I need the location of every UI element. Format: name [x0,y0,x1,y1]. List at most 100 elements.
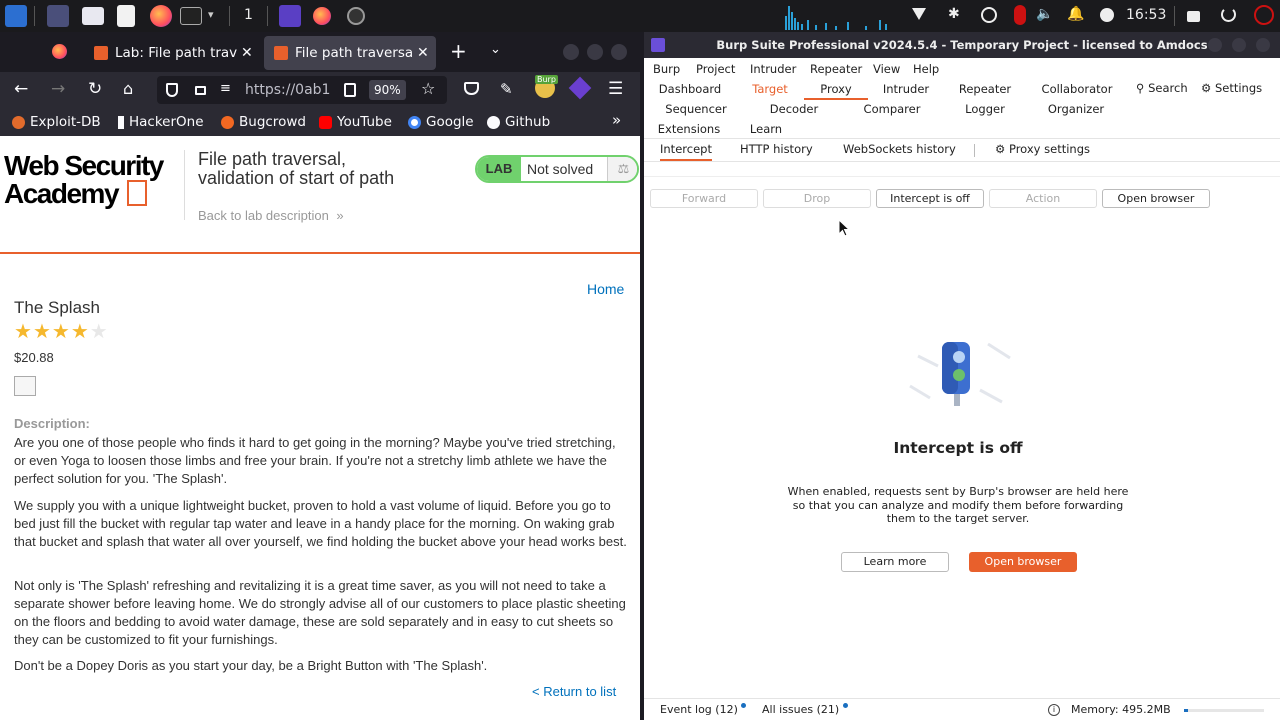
back-icon[interactable]: ← [14,79,28,99]
all-issues-link[interactable]: All issues (21) [762,703,848,716]
permissions-icon[interactable]: ≡ [220,81,231,96]
tab-dashboard[interactable]: Dashboard [652,82,728,96]
maximize-button[interactable] [1232,38,1246,52]
tab-repeater[interactable]: Repeater [947,82,1023,96]
bluetooth-icon[interactable]: ✱ [948,6,960,22]
chevron-down-icon[interactable]: ▾ [208,8,214,21]
bookmark-google[interactable]: Google [408,114,474,130]
menu-burp[interactable]: Burp [653,62,680,76]
url-text[interactable]: https://0ab1 [245,82,341,98]
bookmark-bugcrowd[interactable]: Bugcrowd [221,114,306,130]
menu-repeater[interactable]: Repeater [810,62,862,76]
learn-more-button[interactable]: Learn more [841,552,949,572]
zoom-level[interactable]: 90% [369,80,406,100]
tab-sequencer[interactable]: Sequencer [658,102,734,116]
wifi-icon[interactable] [912,8,926,20]
firefox-icon[interactable] [150,5,172,27]
tab-extensions[interactable]: Extensions [652,122,726,136]
microphone-icon[interactable] [1014,5,1026,25]
burp-taskbar-icon[interactable] [279,5,301,27]
reader-view-icon[interactable] [344,83,356,97]
tab-comparer[interactable]: Comparer [854,102,930,116]
firefox-icon[interactable] [313,7,331,25]
home-link[interactable]: Home [587,281,624,297]
academy-logo-icon [127,180,148,206]
tab-list-icon[interactable]: ⌄ [490,42,501,57]
more-bookmarks-icon[interactable]: » [612,111,621,129]
tab-logger[interactable]: Logger [947,102,1023,116]
tab-learn[interactable]: Learn [728,122,804,136]
close-icon[interactable]: ✕ [241,45,253,61]
files-icon[interactable] [82,7,104,25]
action-button[interactable]: Action [989,189,1097,208]
proxy-settings-button[interactable]: ⚙ Proxy settings [995,142,1090,156]
taskbar-divider [229,6,230,26]
menu-view[interactable]: View [873,62,900,76]
maximize-button[interactable] [587,44,603,60]
menu-icon[interactable]: ☰ [608,79,623,99]
open-browser-button[interactable]: Open browser [969,552,1077,572]
tab-collaborator[interactable]: Collaborator [1034,82,1120,96]
document-icon[interactable] [117,5,135,27]
shield-icon[interactable] [166,83,178,97]
firefox-view-icon[interactable] [52,44,67,59]
lock-screen-icon[interactable] [1187,11,1200,22]
subtab-websockets-history[interactable]: WebSockets history [843,142,956,156]
tab-lab[interactable]: Lab: File path trave ✕ [84,36,258,70]
close-window-button[interactable] [1256,38,1270,52]
search-button[interactable]: ⚲ Search [1136,81,1188,95]
tab-target[interactable]: Target [732,82,808,96]
lock-icon[interactable] [195,86,206,95]
volume-icon[interactable]: 🔈 [1036,6,1053,22]
start-menu-icon[interactable] [5,5,27,27]
forward-button[interactable]: Forward [650,189,758,208]
bookmark-youtube[interactable]: YouTube [319,114,392,130]
workspace-number[interactable]: 1 [244,7,253,23]
drop-button[interactable]: Drop [763,189,871,208]
bookmark-exploit-db[interactable]: Exploit-DB [12,114,101,130]
minimize-button[interactable] [563,44,579,60]
chrome-icon[interactable] [347,7,365,25]
bookmark-star-icon[interactable]: ☆ [421,79,435,98]
proxy-extension-icon[interactable] [568,76,592,100]
notification-bell-icon[interactable]: 🔔 [1067,6,1084,22]
tab-intruder[interactable]: Intruder [868,82,944,96]
restart-icon[interactable] [1221,7,1236,22]
tab-organizer[interactable]: Organizer [1038,102,1114,116]
forward-icon[interactable]: → [51,79,65,99]
tab-decoder[interactable]: Decoder [756,102,832,116]
new-tab-icon[interactable]: + [450,39,467,63]
terminal-icon[interactable] [180,7,202,25]
event-log-link[interactable]: Event log (12) [660,703,747,716]
close-icon[interactable]: ✕ [417,45,429,61]
intercept-toggle-button[interactable]: Intercept is off [876,189,984,208]
subtab-http-history[interactable]: HTTP history [740,142,813,156]
power-icon[interactable] [1254,5,1274,25]
menu-help[interactable]: Help [913,62,939,76]
clock-icon [1100,8,1114,22]
minimize-button[interactable] [1208,38,1222,52]
clock[interactable]: 16:53 [1126,7,1166,23]
tab-proxy[interactable]: Proxy [804,82,868,100]
tab-active[interactable]: File path traversal ✕ [264,36,436,70]
academy-logo[interactable]: Web Security Academy [4,152,180,208]
return-to-list-link[interactable]: < Return to list [532,684,616,699]
vpn-icon[interactable] [981,7,997,23]
back-to-description-link[interactable]: Back to lab description » [198,208,344,223]
info-icon[interactable]: i [1048,704,1060,716]
reload-icon[interactable]: ↻ [88,79,102,99]
open-browser-toolbar-button[interactable]: Open browser [1102,189,1210,208]
close-window-button[interactable] [611,44,627,60]
subtab-intercept[interactable]: Intercept [660,142,712,161]
home-icon[interactable]: ⌂ [123,79,133,98]
desktop-icon[interactable] [47,5,69,27]
bookmark-github[interactable]: Github [487,114,550,130]
pocket-icon[interactable] [464,82,479,95]
menu-intruder[interactable]: Intruder [750,62,796,76]
url-bar[interactable]: ≡ https://0ab1 90% ☆ [157,76,447,104]
bookmark-hackerone[interactable]: HackerOne [118,114,204,130]
settings-button[interactable]: ⚙ Settings [1201,81,1262,95]
burp-title-bar: Burp Suite Professional v2024.5.4 - Temp… [644,32,1280,58]
menu-project[interactable]: Project [696,62,735,76]
extensions-icon[interactable]: ✎ [500,80,513,98]
